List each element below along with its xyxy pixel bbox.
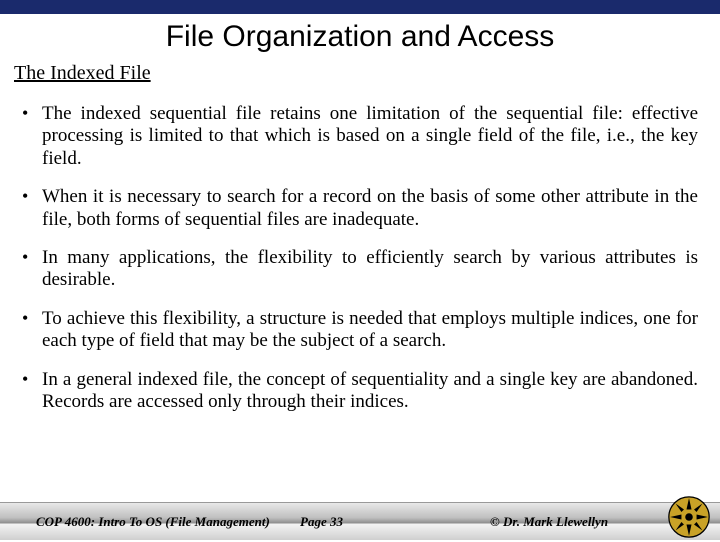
footer-course: COP 4600: Intro To OS (File Management) bbox=[0, 514, 300, 530]
slide-title: File Organization and Access bbox=[0, 14, 720, 60]
slide-body: The indexed sequential file retains one … bbox=[0, 91, 720, 502]
slide: File Organization and Access The Indexed… bbox=[0, 0, 720, 540]
bullet-item: In many applications, the flexibility to… bbox=[22, 247, 698, 292]
bullet-item: In a general indexed file, the concept o… bbox=[22, 369, 698, 414]
bullet-item: When it is necessary to search for a rec… bbox=[22, 186, 698, 231]
ucf-logo-icon bbox=[668, 496, 710, 538]
footer-page: Page 33 bbox=[300, 514, 450, 530]
slide-subtitle: The Indexed File bbox=[0, 60, 720, 91]
bullet-item: To achieve this flexibility, a structure… bbox=[22, 308, 698, 353]
footer: COP 4600: Intro To OS (File Management) … bbox=[0, 502, 720, 540]
top-accent-bar bbox=[0, 0, 720, 14]
bullet-item: The indexed sequential file retains one … bbox=[22, 103, 698, 170]
bullet-list: The indexed sequential file retains one … bbox=[22, 103, 698, 413]
